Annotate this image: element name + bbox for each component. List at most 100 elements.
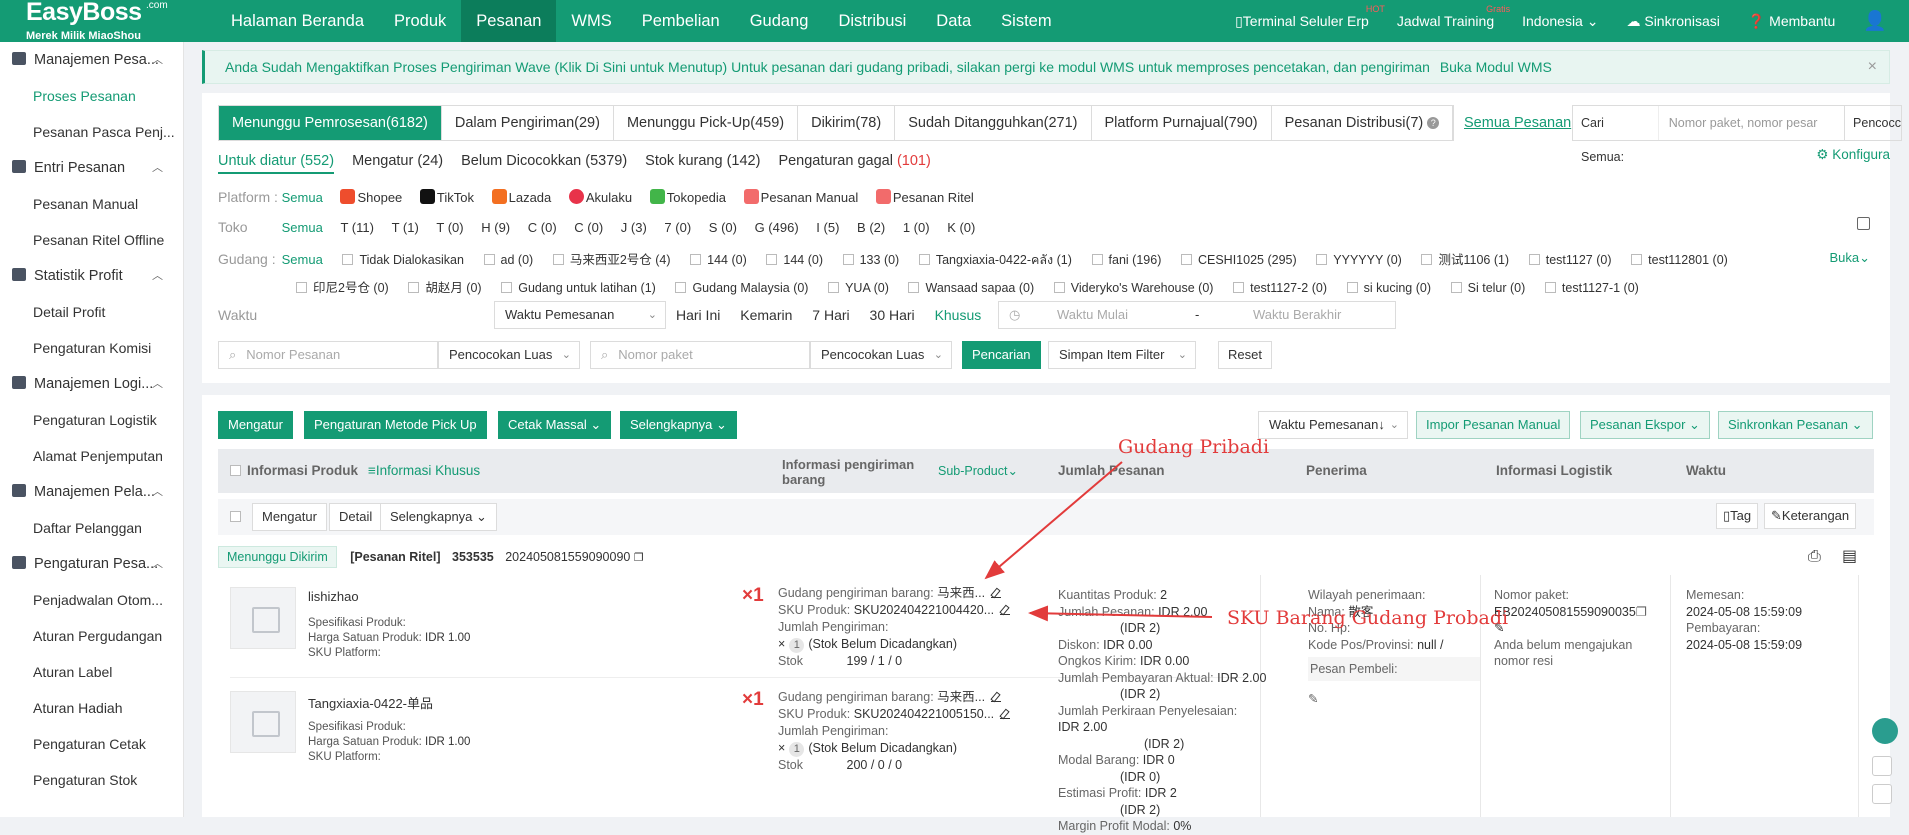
edit-warehouse-icon[interactable]	[991, 588, 1002, 598]
time-today[interactable]: Hari Ini	[676, 307, 720, 323]
language-select[interactable]: Indonesia ⌄	[1522, 13, 1598, 30]
toko-item[interactable]: T (0)	[436, 220, 463, 235]
toko-all[interactable]: Semua	[282, 220, 323, 235]
product-name[interactable]: Tangxiaxia-0422-单品	[308, 693, 433, 712]
checkbox[interactable]	[1631, 254, 1643, 265]
note-icon[interactable]	[1872, 756, 1892, 776]
sidebar-item-cetak[interactable]: Pengaturan Cetak	[0, 726, 183, 762]
checkbox[interactable]	[1528, 254, 1540, 265]
arrange-button[interactable]: Mengatur	[218, 411, 293, 439]
toko-item[interactable]: B (2)	[857, 220, 885, 235]
sidebar-item-detail-profit[interactable]: Detail Profit	[0, 294, 183, 330]
checkbox[interactable]	[296, 282, 307, 293]
match-select[interactable]: Pencocc	[1845, 116, 1901, 130]
edit-sku-icon[interactable]	[1000, 709, 1011, 719]
time-type-select[interactable]: Waktu Pemesanan ⌄	[494, 301, 666, 329]
more-actions-button[interactable]: Selengkapnya ⌄	[620, 411, 737, 439]
order-number[interactable]: 202405081559090090	[505, 550, 630, 564]
gudang-option[interactable]: test1127-1 (0)	[1544, 281, 1639, 295]
checkbox[interactable]	[1346, 282, 1358, 293]
nav-pembelian[interactable]: Pembelian	[627, 0, 735, 42]
export-icon[interactable]	[1857, 217, 1870, 230]
copy-icon[interactable]: ❐	[1636, 605, 1647, 619]
sidebar-group-pengaturan[interactable]: Pengaturan Pesa... ︿	[0, 546, 183, 582]
tab-menunggu-pemrosesan[interactable]: Menunggu Pemrosesan(6182)	[219, 106, 442, 140]
sidebar-item-proses-pesanan[interactable]: Proses Pesanan	[0, 78, 183, 114]
checkbox[interactable]	[501, 282, 513, 293]
pencil-icon[interactable]: ✎	[1494, 620, 1647, 637]
search-all-input[interactable]: Nomor paket, nomor pesar	[1659, 106, 1846, 140]
gudang-option[interactable]: 144 (0)	[766, 253, 823, 267]
checkbox[interactable]	[552, 254, 564, 265]
save-filter-select[interactable]: Simpan Item Filter ⌄	[1048, 341, 1196, 369]
tab-ditangguhkan[interactable]: Sudah Ditangguhkan(271)	[895, 106, 1092, 140]
sidebar-group-pelanggan[interactable]: Manajemen Pela... ︿	[0, 474, 183, 510]
list-icon[interactable]	[1872, 784, 1892, 804]
sort-select[interactable]: Waktu Pemesanan↓ ⌄	[1258, 411, 1408, 439]
reset-button[interactable]: Reset	[1218, 341, 1272, 369]
gudang-option[interactable]: CESHI1025 (295)	[1180, 253, 1297, 267]
import-manual-button[interactable]: Impor Pesanan Manual	[1416, 411, 1571, 439]
order-match-select[interactable]: Pencocokan Luas ⌄	[438, 341, 580, 369]
tab-purnajual[interactable]: Platform Purnajual(790)	[1092, 106, 1272, 140]
sync-link[interactable]: ☁ Sinkronisasi	[1626, 13, 1719, 30]
gudang-option[interactable]: YUA (0)	[828, 281, 889, 295]
expand-link[interactable]: Buka⌄	[1829, 250, 1870, 266]
select-all-checkbox[interactable]	[230, 465, 241, 476]
sidebar-item-label[interactable]: Aturan Label	[0, 654, 183, 690]
checkbox[interactable]	[918, 254, 930, 265]
gudang-option[interactable]: 胡赵月 (0)	[408, 277, 482, 296]
toko-item[interactable]: I (5)	[816, 220, 839, 235]
gudang-option[interactable]: Gudang untuk latihan (1)	[501, 281, 656, 295]
time-30days[interactable]: 30 Hari	[870, 307, 915, 323]
sidebar-item-komisi[interactable]: Pengaturan Komisi	[0, 330, 183, 366]
start-time-input[interactable]: Waktu Mulai	[1057, 302, 1128, 328]
pencil-icon[interactable]: ✎	[1308, 691, 1480, 708]
checkbox[interactable]	[1091, 254, 1103, 265]
gudang-option[interactable]: Tangxiaxia-0422-คลัง (1)	[918, 250, 1072, 270]
sidebar-item-penjadwalan[interactable]: Penjadwalan Otom...	[0, 582, 183, 618]
order-detail-button[interactable]: Detail	[329, 503, 383, 531]
gudang-option[interactable]: Tidak Dialokasikan	[342, 253, 464, 267]
gudang-option[interactable]: Si telur (0)	[1450, 281, 1525, 295]
wave-notice-banner[interactable]: Anda Sudah Mengaktifkan Proses Pengirima…	[202, 50, 1890, 84]
close-icon[interactable]: ×	[1868, 51, 1877, 83]
pickup-method-button[interactable]: Pengaturan Metode Pick Up	[304, 411, 487, 439]
sidebar-item-hadiah[interactable]: Aturan Hadiah	[0, 690, 183, 726]
time-7days[interactable]: 7 Hari	[812, 307, 849, 323]
toko-item[interactable]: T (1)	[392, 220, 419, 235]
export-orders-button[interactable]: Pesanan Ekspor ⌄	[1580, 411, 1710, 439]
nav-distribusi[interactable]: Distribusi	[823, 0, 921, 42]
sync-orders-button[interactable]: Sinkronkan Pesanan ⌄	[1718, 411, 1873, 439]
order-number-input[interactable]: ⌕ Nomor Pesanan	[218, 341, 438, 369]
sidebar-group-logistik[interactable]: Manajemen Logi... ︿	[0, 366, 183, 402]
gudang-option[interactable]: fani (196)	[1091, 253, 1161, 267]
subtab-mengatur[interactable]: Mengatur (24)	[352, 153, 443, 174]
toko-item[interactable]: G (496)	[755, 220, 799, 235]
checkbox[interactable]	[1180, 254, 1192, 265]
toko-item[interactable]: S (0)	[709, 220, 737, 235]
time-custom[interactable]: Khusus	[935, 307, 982, 323]
checkbox[interactable]	[1450, 282, 1462, 293]
toko-item[interactable]: J (3)	[621, 220, 647, 235]
order-more-button[interactable]: Selengkapnya ⌄	[380, 503, 497, 531]
sidebar-group-entri[interactable]: Entri Pesanan ︿	[0, 150, 183, 186]
toko-item[interactable]: K (0)	[947, 220, 975, 235]
nav-produk[interactable]: Produk	[379, 0, 461, 42]
sidebar-item-pesanan-manual[interactable]: Pesanan Manual	[0, 186, 183, 222]
gudang-option[interactable]: 测试1106 (1)	[1421, 249, 1509, 268]
platform-akulaku[interactable]: Akulaku	[568, 189, 632, 205]
platform-tiktok[interactable]: TikTok	[419, 189, 474, 205]
edit-warehouse-icon[interactable]	[991, 692, 1002, 702]
gudang-option[interactable]: test1127-2 (0)	[1233, 281, 1327, 295]
gudang-option[interactable]: YYYYYY (0)	[1316, 253, 1402, 267]
sidebar-item-alamat-penjemputan[interactable]: Alamat Penjemputan	[0, 438, 183, 474]
checkbox[interactable]	[675, 282, 687, 293]
tab-distribusi[interactable]: Pesanan Distribusi(7) ?	[1272, 106, 1454, 140]
logo[interactable]: EasyBoss .com Merek Milik MiaoShou	[22, 0, 202, 42]
mobile-terminal-link[interactable]: ▯Terminal Seluler Erp HOT	[1235, 4, 1385, 30]
search-button[interactable]: Pencarian	[962, 341, 1041, 369]
special-info-toggle[interactable]: ≡Informasi Khusus	[368, 449, 480, 493]
nav-wms[interactable]: WMS	[556, 0, 626, 42]
edit-sku-icon[interactable]	[1000, 605, 1011, 615]
